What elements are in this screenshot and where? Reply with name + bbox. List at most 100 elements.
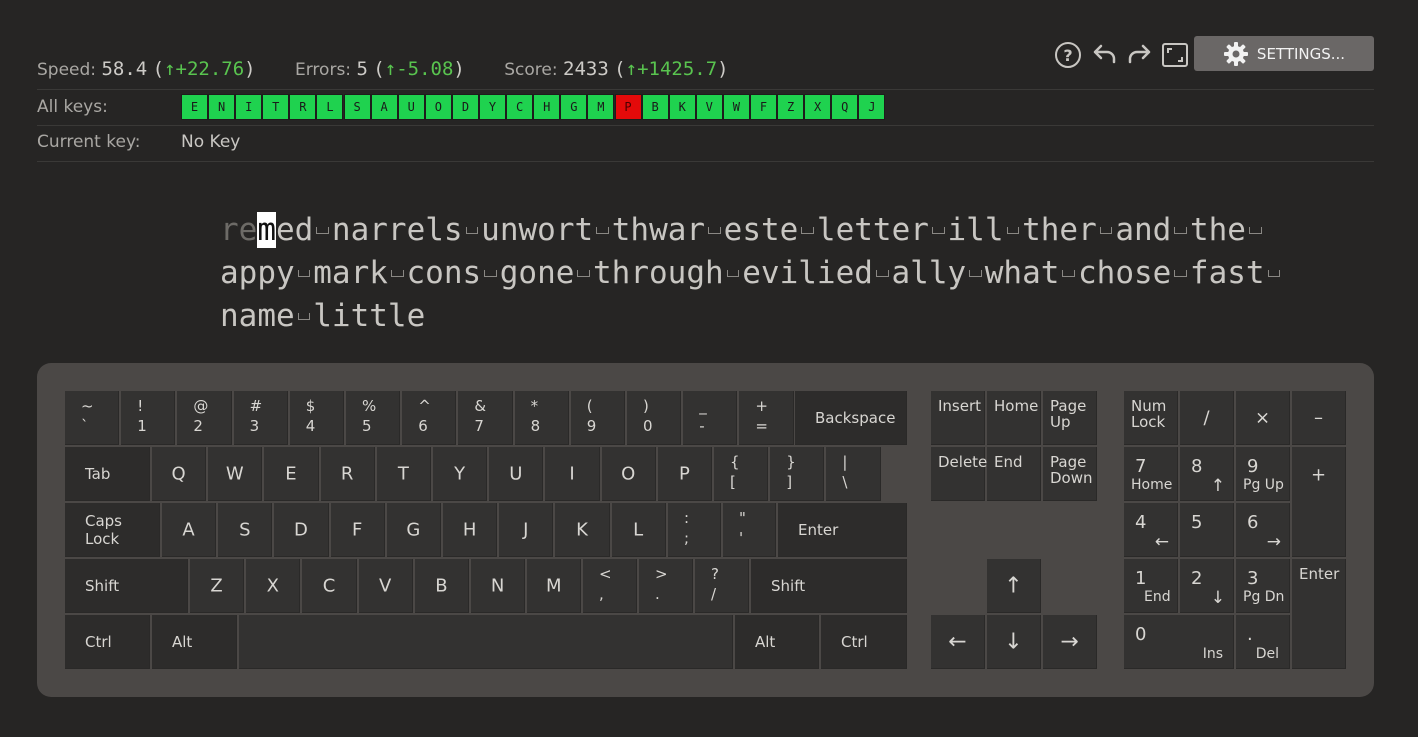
key-num-multiply[interactable]: × [1236,391,1290,445]
key-1[interactable]: ! 1 [121,391,176,445]
key-arrow-down[interactable]: ↓ [987,615,1041,669]
key-label: 5 [362,417,372,435]
key-label: ] [786,473,793,491]
key-q[interactable]: Q [152,447,207,501]
key-y[interactable]: Y [433,447,488,501]
key-page-up[interactable]: Page Up [1043,391,1097,445]
key-sym[interactable]: }] [770,447,825,501]
key-label: % [362,397,377,415]
key-d[interactable]: D [274,503,329,557]
key-num-3[interactable]: 3 Pg Dn [1236,559,1290,613]
key-`[interactable]: ~ ` [65,391,120,445]
key-label: Alt [755,632,776,651]
key-home[interactable]: Home [987,391,1041,445]
key-page-down[interactable]: Page Down [1043,447,1097,501]
key-h[interactable]: H [443,503,498,557]
key-p[interactable]: P [657,447,712,501]
key-enter[interactable]: Enter [778,503,907,557]
key-=[interactable]: + = [739,391,794,445]
key-num-plus[interactable]: + [1292,447,1346,557]
key-r[interactable]: R [320,447,375,501]
key-caps-lock[interactable]: Caps Lock [65,503,160,557]
key-sym[interactable]: >. [639,559,693,613]
key-6[interactable]: ^ 6 [402,391,457,445]
key-end[interactable]: End [987,447,1041,501]
key-ctrl-left[interactable]: Ctrl [65,615,150,669]
key-num-dot[interactable]: . Del [1236,615,1290,669]
key-v[interactable]: V [358,559,413,613]
arrow-down-icon: ↓ [1004,629,1023,654]
key-num-9[interactable]: 9 Pg Up [1236,447,1290,501]
key-num-1[interactable]: 1 End [1124,559,1178,613]
redo-icon[interactable] [1125,40,1155,70]
help-icon[interactable]: ? [1053,40,1083,70]
key-shift-right[interactable]: Shift [751,559,907,613]
key-4[interactable]: $4 [289,391,344,445]
key-num-2[interactable]: 2 ↓ [1180,559,1234,613]
key-7[interactable]: & 7 [458,391,513,445]
key-num-0[interactable]: 0 Ins [1124,615,1234,669]
key-u[interactable]: U [489,447,544,501]
key-shift-left[interactable]: Shift [65,559,188,613]
key-sym[interactable]: " ' [723,503,776,557]
key-c[interactable]: C [302,559,357,613]
key-8[interactable]: * 8 [514,391,569,445]
key-b[interactable]: B [414,559,469,613]
key-sym[interactable]: | \ [826,447,881,501]
key-j[interactable]: J [499,503,554,557]
key-9[interactable]: (9 [570,391,625,445]
undo-icon[interactable] [1089,40,1119,70]
key-num-4[interactable]: 4 ← [1124,503,1178,557]
key-f[interactable]: F [330,503,385,557]
key-insert[interactable]: Insert [931,391,985,445]
space-marker [295,240,314,283]
key-i[interactable]: I [545,447,600,501]
key-sym[interactable]: ? / [695,559,749,613]
key-2[interactable]: @2 [177,391,232,445]
key-3[interactable]: #3 [233,391,288,445]
key-num-lock[interactable]: Num Lock [1124,391,1178,445]
key-num-6[interactable]: 6 → [1236,503,1290,557]
key-alt-right[interactable]: Alt [735,615,819,669]
key-num-8[interactable]: 8 ↑ [1180,447,1234,501]
speed-label: Speed: [37,60,97,80]
key-x[interactable]: X [246,559,301,613]
key-space[interactable] [239,615,733,669]
fullscreen-icon[interactable] [1160,40,1190,70]
key-delete[interactable]: Delete [931,447,987,501]
key-m[interactable]: M [527,559,582,613]
key-num-divide[interactable]: / [1180,391,1234,445]
key-num-5[interactable]: 5 [1180,503,1234,557]
key-w[interactable]: W [208,447,263,501]
key-num-7[interactable]: 7 Home [1124,447,1178,501]
key-o[interactable]: O [601,447,656,501]
key-arrow-right[interactable]: → [1043,615,1097,669]
key-0[interactable]: ) 0 [627,391,682,445]
key-g[interactable]: G [386,503,441,557]
key-alt-left[interactable]: Alt [152,615,237,669]
key-tab[interactable]: Tab [65,447,150,501]
key-k[interactable]: K [555,503,610,557]
key-z[interactable]: Z [190,559,245,613]
key-n[interactable]: N [471,559,526,613]
key-label: D [294,519,308,540]
key-label: = [755,417,768,435]
key-sym[interactable]: {[ [714,447,769,501]
settings-button[interactable]: SETTINGS... [1194,36,1374,71]
key-5[interactable]: % 5 [346,391,401,445]
key-e[interactable]: E [264,447,319,501]
key-t[interactable]: T [376,447,431,501]
key-arrow-up[interactable]: ↑ [987,559,1041,613]
key-s[interactable]: S [218,503,273,557]
key-sym[interactable]: :; [668,503,721,557]
key-l[interactable]: L [611,503,666,557]
key-arrow-left[interactable]: ← [931,615,985,669]
key--[interactable]: _ - [683,391,738,445]
key-a[interactable]: A [162,503,217,557]
practice-text[interactable]: remed narrels unwort thwar este letter ill ther… [220,197,1280,334]
key-num-minus[interactable]: – [1292,391,1346,445]
key-ctrl-right[interactable]: Ctrl [821,615,907,669]
key-backspace[interactable]: Backspace [795,391,907,445]
key-sym[interactable]: <, [583,559,637,613]
key-num-enter[interactable]: Enter [1292,559,1346,669]
